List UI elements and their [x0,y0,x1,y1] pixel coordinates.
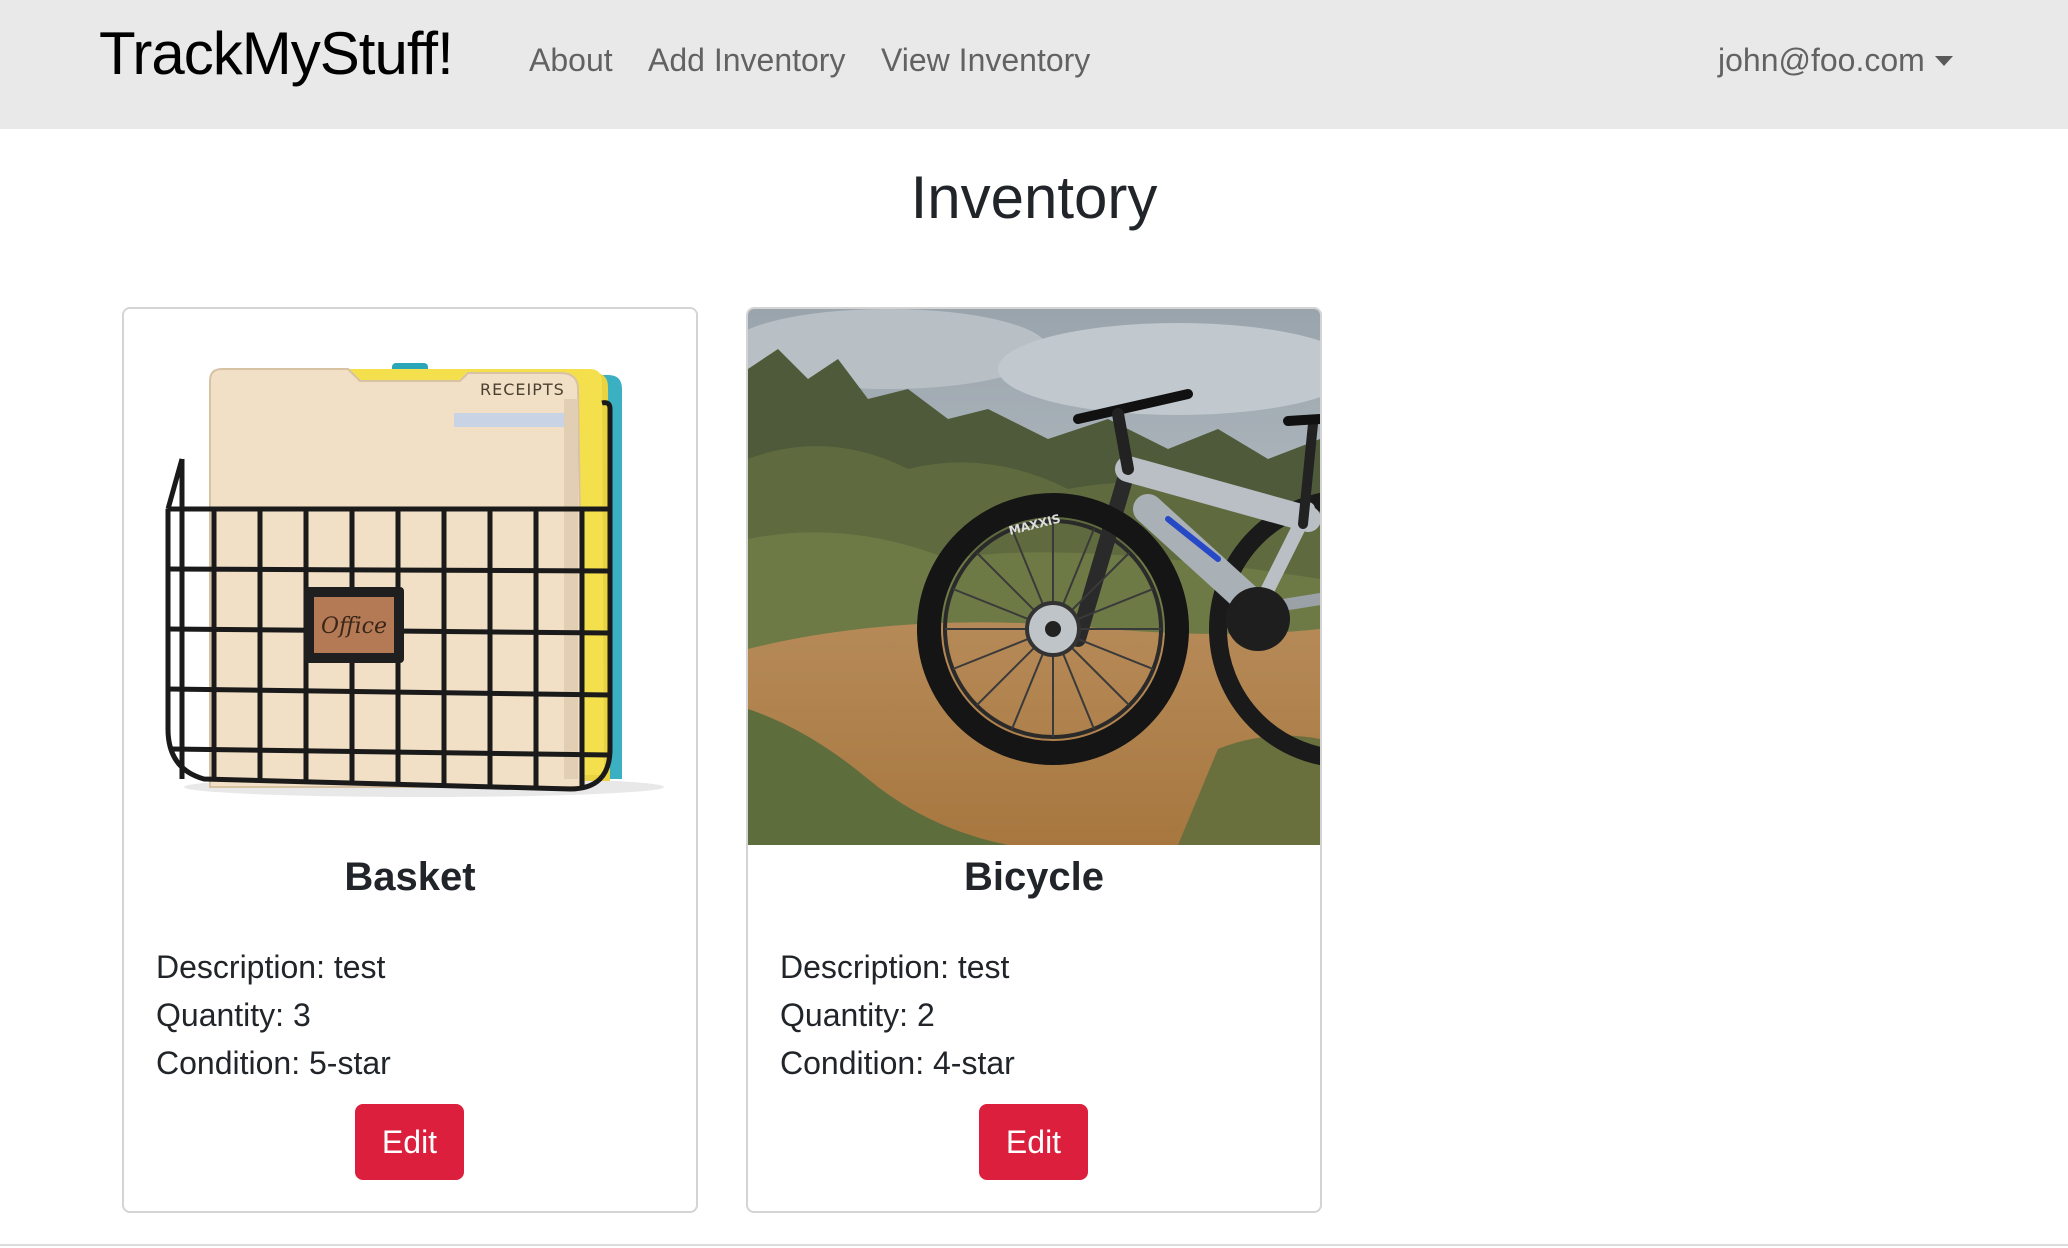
edit-button[interactable]: Edit [979,1104,1088,1180]
item-description: Description: test [156,949,386,985]
nav-link-add-inventory[interactable]: Add Inventory [648,36,845,84]
item-details: Description: test Quantity: 3 Condition:… [156,943,391,1087]
item-image: RECEIPTS Office [124,309,696,845]
user-email: john@foo.com [1718,42,1925,78]
item-image: MAXXIS [748,309,1320,845]
inventory-card: MAXXIS Bicycle Description: test Quantit… [746,307,1322,1213]
item-name: Basket [344,855,476,899]
chevron-down-icon [1934,56,1953,66]
item-quantity: Quantity: 2 [780,997,935,1033]
inventory-card: RECEIPTS Office Basket Description: test… [122,307,698,1213]
footer-divider [0,1244,2068,1246]
bicycle-image: MAXXIS [748,309,1320,845]
nav-link-view-inventory[interactable]: View Inventory [881,36,1090,84]
edit-button[interactable]: Edit [355,1104,464,1180]
brand-logo[interactable]: TrackMyStuff! [99,14,454,94]
svg-text:Office: Office [321,614,387,639]
top-navbar: TrackMyStuff! About Add Inventory View I… [0,0,2068,129]
nav-link-about[interactable]: About [529,36,613,84]
item-description: Description: test [780,949,1010,985]
item-name: Bicycle [963,855,1105,899]
svg-text:RECEIPTS: RECEIPTS [480,380,565,399]
user-menu-dropdown[interactable]: john@foo.com [1718,36,1953,84]
basket-image: RECEIPTS Office [124,309,696,845]
item-details: Description: test Quantity: 2 Condition:… [780,943,1015,1087]
item-condition: Condition: 4-star [780,1045,1015,1081]
page-title: Inventory [910,164,1158,231]
item-condition: Condition: 5-star [156,1045,391,1081]
item-quantity: Quantity: 3 [156,997,311,1033]
